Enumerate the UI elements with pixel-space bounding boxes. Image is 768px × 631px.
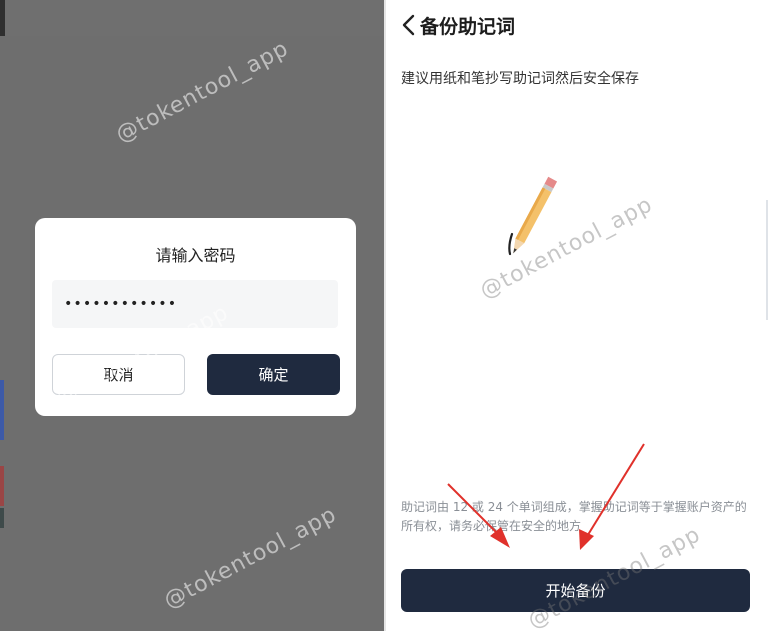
password-field[interactable] <box>52 280 338 328</box>
divider <box>384 0 386 631</box>
watermark: @tokentool_app <box>160 502 341 615</box>
confirm-button[interactable]: 确定 <box>207 354 340 395</box>
overlay-panel: 请输入密码 取消 确定 @tokentool_app @tokentool_ap… <box>0 0 384 631</box>
watermark: @tokentool_app <box>112 36 293 149</box>
backup-page: 备份助记词 建议用纸和笔抄写助记词然后安全保存 助记词由 12 或 24 个单词… <box>384 0 768 631</box>
backup-tip: 建议用纸和笔抄写助记词然后安全保存 <box>401 71 639 87</box>
page-title: 备份助记词 <box>420 16 516 38</box>
password-dialog: 请输入密码 取消 确定 <box>35 218 356 416</box>
start-backup-button[interactable]: 开始备份 <box>401 569 750 612</box>
cancel-button[interactable]: 取消 <box>52 354 185 395</box>
backup-note: 助记词由 12 或 24 个单词组成，掌握助记词等于掌握账户资产的所有权，请务必… <box>401 500 747 533</box>
pencil-icon <box>508 176 558 256</box>
chevron-left-icon[interactable] <box>398 12 420 38</box>
dialog-title: 请输入密码 <box>155 246 236 265</box>
edge-strip <box>0 380 4 440</box>
edge-strip <box>0 508 4 528</box>
edge-strip <box>0 466 4 506</box>
edge-strip <box>0 0 5 36</box>
overlay-topbar <box>0 0 384 36</box>
